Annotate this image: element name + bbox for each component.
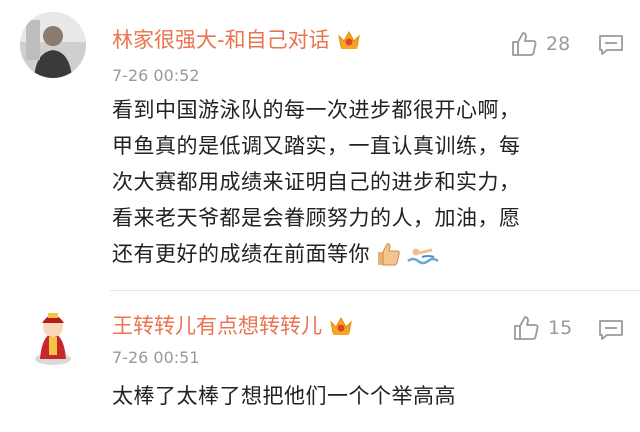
like-button[interactable]: 15 (512, 314, 572, 342)
swimmer-icon (407, 248, 439, 265)
person-photo-icon (20, 12, 86, 78)
vip-crown-icon (337, 30, 360, 49)
avatar[interactable] (20, 303, 86, 369)
avatar[interactable] (20, 12, 86, 78)
vip-crown-icon (330, 316, 352, 335)
comment-item: 王转转儿有点想转转儿 7-26 00:51 15 太棒了太棒了想把他们一个个举高… (0, 291, 640, 432)
comment-line: 看来老天爷都是会眷顾努力的人，加油，愿 (112, 206, 521, 230)
like-button[interactable]: 28 (510, 30, 570, 58)
comment-line: 次大赛都用成绩来证明自己的进步和实力， (112, 170, 521, 194)
reply-comment-icon[interactable] (598, 319, 624, 341)
comment-line-text: 还有更好的成绩在前面等你 (112, 242, 370, 266)
cartoon-character-icon (20, 303, 86, 369)
reply-comment-icon[interactable] (598, 34, 624, 56)
thumbs-up-outline-icon (512, 32, 537, 56)
comment-line-last: 还有更好的成绩在前面等你 (112, 236, 622, 272)
thumbs-up-outline-icon (514, 316, 539, 340)
username-text[interactable]: 林家很强大-和自己对话 (112, 28, 330, 52)
comment-timestamp: 7-26 00:51 (112, 348, 200, 367)
comment-line: 甲鱼真的是低调又踏实，一直认真训练，每 (112, 134, 521, 158)
comment-item: 林家很强大-和自己对话 7-26 00:52 28 看到中国游泳队的每一次进步都… (0, 0, 640, 290)
like-count: 15 (548, 317, 573, 339)
username-text[interactable]: 王转转儿有点想转转儿 (112, 314, 322, 338)
comment-line: 太棒了太棒了想把他们一个个举高高 (112, 384, 456, 408)
username[interactable]: 林家很强大-和自己对话 (112, 26, 362, 54)
comment-text: 太棒了太棒了想把他们一个个举高高 (112, 378, 622, 414)
comment-text: 看到中国游泳队的每一次进步都很开心啊， 甲鱼真的是低调又踏实，一直认真训练，每 … (112, 92, 622, 272)
thumbs-up-icon (378, 243, 400, 266)
comment-timestamp: 7-26 00:52 (112, 66, 200, 85)
username[interactable]: 王转转儿有点想转转儿 (112, 312, 354, 340)
comment-line: 看到中国游泳队的每一次进步都很开心啊， (112, 98, 521, 122)
like-count: 28 (546, 33, 571, 55)
